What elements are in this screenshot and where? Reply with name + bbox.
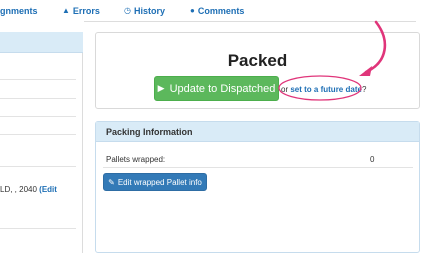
nav-underline — [84, 21, 416, 22]
edit-wrapped-pallet-button[interactable]: ✎ Edit wrapped Pallet info — [103, 173, 207, 191]
packing-row-divider — [103, 167, 413, 168]
speech-bubble-icon: ● — [190, 6, 195, 15]
left-panel-row-divider — [0, 166, 76, 167]
edit-pallet-button-label: Edit wrapped Pallet info — [117, 177, 202, 187]
left-panel-address: LD, , 2040 (Edit — [0, 185, 57, 194]
left-panel-row-divider — [0, 116, 76, 117]
pallets-wrapped-value: 0 — [370, 155, 375, 164]
future-date-option: or set to a future date? — [281, 85, 366, 94]
play-icon: ▶ — [157, 83, 165, 93]
address-text: LD, , 2040 — [0, 185, 37, 194]
question-mark: ? — [361, 85, 367, 94]
left-panel-header — [0, 32, 83, 53]
set-future-date-link[interactable]: set to a future date — [290, 85, 362, 94]
warning-icon: ▲ — [62, 6, 70, 15]
top-nav: gnments ▲ Errors ◷ History ● Comments — [0, 0, 426, 22]
pallets-wrapped-label: Pallets wrapped: — [106, 155, 166, 164]
status-title: Packed — [227, 51, 288, 70]
dispatch-button-label: Update to Dispatched — [169, 82, 276, 95]
update-to-dispatched-button[interactable]: ▶ Update to Dispatched — [154, 76, 279, 101]
nav-comments-link[interactable]: ● Comments — [190, 6, 244, 16]
edit-address-link[interactable]: (Edit — [39, 185, 57, 194]
left-panel-row-divider — [0, 98, 76, 99]
pencil-icon: ✎ — [108, 177, 115, 187]
nav-errors-label: Errors — [72, 6, 100, 16]
left-panel-bottom-divider — [0, 228, 76, 229]
nav-errors-link[interactable]: ▲ Errors — [62, 6, 100, 16]
left-panel: LD, , 2040 (Edit — [0, 32, 83, 253]
nav-comments-label: Comments — [197, 6, 245, 16]
nav-history-link[interactable]: ◷ History — [124, 6, 165, 16]
packing-info-panel: Packing Information Pallets wrapped: 0 ✎… — [95, 121, 420, 253]
status-panel: Packed ▶ Update to Dispatched or set to … — [95, 32, 420, 109]
packing-info-header: Packing Information — [96, 122, 419, 142]
clock-icon: ◷ — [124, 6, 131, 15]
or-text: or — [281, 85, 289, 94]
nav-assignments-label: gnments — [0, 6, 38, 16]
nav-assignments-link[interactable]: gnments — [0, 6, 38, 16]
left-panel-row-divider — [0, 134, 76, 135]
nav-history-label: History — [133, 6, 165, 16]
left-panel-row-divider — [0, 79, 76, 80]
